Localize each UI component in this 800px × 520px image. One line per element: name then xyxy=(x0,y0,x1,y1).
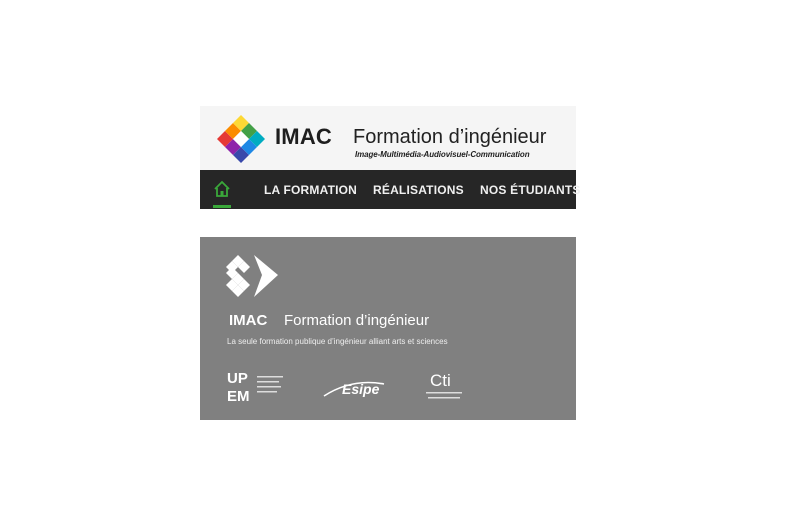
esipe-logo[interactable]: Esipe xyxy=(322,374,386,404)
upem-logo[interactable]: UP EM xyxy=(227,368,287,405)
main-navbar: LA FORMATION RÉALISATIONS NOS ÉTUDIANTS xyxy=(200,170,580,209)
imac-logo-icon[interactable] xyxy=(210,112,268,166)
cti-logo[interactable]: Cti xyxy=(422,368,472,404)
svg-text:EM: EM xyxy=(227,388,250,404)
footer-description: La seule formation publique d’ingénieur … xyxy=(227,337,448,346)
imac-white-logo-icon xyxy=(220,249,286,303)
footer-card: IMAC Formation d’ingénieur La seule form… xyxy=(200,237,576,420)
nav-nos-etudiants[interactable]: NOS ÉTUDIANTS xyxy=(480,183,581,197)
footer-tagline: Formation d’ingénieur xyxy=(284,312,430,329)
home-icon[interactable] xyxy=(213,180,231,198)
brand-subtitle: Image-Multimédia-Audiovisuel-Communicati… xyxy=(355,150,530,159)
active-indicator xyxy=(213,205,231,208)
nav-la-formation[interactable]: LA FORMATION xyxy=(264,183,357,197)
svg-text:Cti: Cti xyxy=(430,371,451,390)
nav-realisations[interactable]: RÉALISATIONS xyxy=(373,183,464,197)
site-header: IMAC Formation d’ingénieur Image-Multimé… xyxy=(200,106,576,170)
svg-text:Esipe: Esipe xyxy=(342,381,380,397)
brand-tagline: Formation d’ingénieur xyxy=(353,126,547,148)
svg-text:UP: UP xyxy=(227,370,248,387)
brand-name: IMAC xyxy=(275,124,333,149)
footer-brand: IMAC xyxy=(229,312,268,329)
